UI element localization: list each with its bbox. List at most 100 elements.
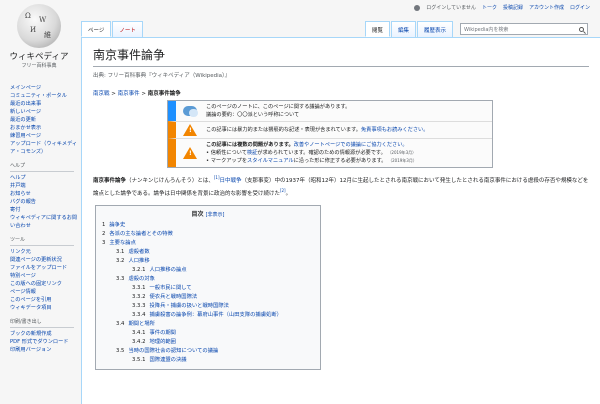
toc-item[interactable]: 3.4.1 事件の期間	[102, 329, 314, 338]
tab-note[interactable]: ノート	[112, 21, 143, 37]
toc-item[interactable]: 2 各派の主な論者とその特徴	[102, 230, 314, 239]
toc-item[interactable]: 1 論争史	[102, 221, 314, 230]
sidebar-item-cite[interactable]: このページを引用	[10, 296, 80, 304]
tab-page[interactable]: ページ	[81, 21, 112, 37]
toc-item[interactable]: 3.3.1 一般市民に関して	[102, 284, 314, 293]
sidebar-item-village-pump[interactable]: 井戸端	[10, 182, 80, 190]
toc-link[interactable]: 3.3.2 便衣兵と戦時国際法	[132, 294, 197, 300]
sidebar-item-help[interactable]: ヘルプ	[10, 174, 80, 182]
toc-number: 3.4.2	[132, 338, 146, 345]
sidebar-item-special-pages[interactable]: 特別ページ	[10, 272, 80, 280]
sidebar-item-new-pages[interactable]: 新しいページ	[10, 108, 80, 116]
toc-label: 論争史	[109, 221, 126, 228]
sidebar-item-recent-changes[interactable]: 最近の更新	[10, 116, 80, 124]
toc-hide-toggle[interactable]: [非表示]	[206, 212, 225, 218]
globe-icon: ΩWИ維	[17, 4, 61, 48]
lead-text: （ナンキンじけんろんそう）とは、	[126, 177, 214, 184]
sidebar-item-download-pdf[interactable]: PDF 形式でダウンロード	[10, 338, 80, 346]
sidebar-item-related-changes[interactable]: 関連ページの更新状況	[10, 256, 80, 264]
sidebar-item-notices[interactable]: お知らせ	[10, 190, 80, 198]
toc-link[interactable]: 3.3.4 捕虜殺害の論争例：幕府山事件（山田支隊の捕虜処断）	[132, 312, 282, 318]
logo-title: ウィキペディア	[9, 52, 69, 62]
contributions-link[interactable]: 投稿記録	[503, 4, 523, 11]
toc-link[interactable]: 3.3 虐殺の対象	[116, 276, 155, 282]
toc-item[interactable]: 3.3 虐殺の対象	[102, 275, 314, 284]
sidebar-item-donate[interactable]: 寄付	[10, 206, 80, 214]
search-icon[interactable]	[579, 26, 584, 32]
toc-item[interactable]: 3 主要な論点	[102, 239, 314, 248]
sidebar-item-sandbox[interactable]: 練習用ページ	[10, 132, 80, 140]
toc-link[interactable]: 3 主要な論点	[102, 240, 136, 246]
sidebar-item-random[interactable]: おまかせ表示	[10, 124, 80, 132]
tab-read[interactable]: 閲覧	[364, 21, 390, 37]
sidebar-item-printable[interactable]: 印刷用バージョン	[10, 346, 80, 354]
toc-link[interactable]: 3.3.1 一般市民に関して	[132, 285, 192, 291]
toc-link[interactable]: 3.1 虐殺者数	[116, 249, 150, 255]
toc-item[interactable]: 3.1 虐殺者数	[102, 248, 314, 257]
toc-link[interactable]: 3.4.1 事件の期間	[132, 330, 176, 336]
toc-number: 3.5	[116, 347, 125, 354]
toc-link[interactable]: 3.5.1 国際連盟の決議	[132, 357, 187, 363]
toc-link[interactable]: 3.5 当時の国際社会の認知についての議論	[116, 348, 218, 354]
sidebar-item-page-info[interactable]: ページ情報	[10, 288, 80, 296]
sidebar-item-upload-commons[interactable]: アップロード（ウィキメディア・コモンズ）	[10, 140, 80, 156]
breadcrumb-separator: >	[109, 91, 118, 97]
disclaimer-link[interactable]: 免責事項もお読みください。	[361, 127, 428, 133]
sidebar-item-wikidata[interactable]: ウィキデータ項目	[10, 304, 80, 312]
toc-item[interactable]: 3.3.2 便衣兵と戦時国際法	[102, 293, 314, 302]
verify-link[interactable]: 検証	[247, 150, 257, 156]
toc-link[interactable]: 2 各派の主な論者とその特徴	[102, 231, 173, 237]
breadcrumb-link-nanjing-battle[interactable]: 南京戦	[93, 91, 110, 97]
toc-item[interactable]: 3.5.1 国際連盟の決議	[102, 356, 314, 365]
toc-link[interactable]: 3.2 人口推移	[116, 258, 150, 264]
toc-link[interactable]: 1 論争史	[102, 222, 125, 228]
link-sino-japanese-war[interactable]: 日中戦争	[220, 178, 242, 184]
search-input[interactable]: Wikipedia内を検索	[460, 23, 588, 35]
breadcrumb-link-nanjing-incident[interactable]: 南京事件	[118, 91, 140, 97]
wikipedia-logo[interactable]: ΩWИ維 ウィキペディア フリー百科事典	[6, 4, 72, 74]
sidebar-item-bug-report[interactable]: バグの報告	[10, 198, 80, 206]
message-box: このページのノートに、このページに関する議論があります。 議論の要約：〇〇派とい…	[167, 100, 493, 168]
table-of-contents: 目次 [非表示] 1 論争史 2 各派の主な論者とその特徴 3 主要な論点 3.1 虐殺者数 3…	[95, 204, 321, 370]
toc-label: 人口推移の論点	[149, 266, 187, 273]
warning-icon: !	[183, 124, 197, 136]
issue1-date: （2019年3月）	[387, 150, 417, 155]
sidebar-item-current-events[interactable]: 最近の出来事	[10, 100, 80, 108]
login-link[interactable]: ログイン	[570, 4, 590, 11]
toc-item[interactable]: 3.3.4 捕虜殺害の論争例：幕府山事件（山田支隊の捕虜処断）	[102, 311, 314, 320]
ambox-violence-notice: ! この記事には暴力的または猥褻的な記述・表現が含まれています。免責事項もお読み…	[168, 121, 492, 138]
tab-edit[interactable]: 編集	[390, 21, 416, 37]
toc-label: 国際連盟の決議	[149, 356, 187, 363]
toc-link[interactable]: 3.2.1 人口推移の論点	[132, 267, 187, 273]
toc-label: 投降兵・捕虜の扱いと戦時国際法	[149, 302, 229, 309]
toc-link[interactable]: 3.4 期間と場所	[116, 321, 155, 327]
toc-number: 3.3.1	[132, 284, 146, 291]
talk-link[interactable]: トーク	[482, 4, 497, 11]
toc-number: 3.3.3	[132, 302, 146, 309]
sidebar: メインページ コミュニティ・ポータル 最近の出来事 新しいページ 最近の更新 お…	[0, 84, 80, 360]
toc-item[interactable]: 3.2.1 人口推移の論点	[102, 266, 314, 275]
sidebar-item-what-links-here[interactable]: リンク元	[10, 248, 80, 256]
sidebar-item-main-page[interactable]: メインページ	[10, 84, 80, 92]
ambox-note-line1: このページのノートに、このページに関する議論があります。	[206, 104, 351, 110]
toc-link[interactable]: 3.3.3 投降兵・捕虜の扱いと戦時国際法	[132, 303, 229, 309]
sidebar-item-community[interactable]: コミュニティ・ポータル	[10, 92, 80, 100]
create-account-link[interactable]: アカウント作成	[529, 4, 564, 11]
toc-item[interactable]: 3.3.3 投降兵・捕虜の扱いと戦時国際法	[102, 302, 314, 311]
toc-item[interactable]: 3.2 人口推移	[102, 257, 314, 266]
lead-text: 。	[285, 190, 292, 197]
sidebar-item-create-book[interactable]: ブックの新規作成	[10, 330, 80, 338]
improve-link[interactable]: 改善やノートページでの議論にご協力ください。	[294, 142, 408, 148]
sidebar-item-contact[interactable]: ウィキペディアに関するお問い合わせ	[10, 214, 80, 230]
sidebar-item-permanent-link[interactable]: この版への固定リンク	[10, 280, 80, 288]
tab-history[interactable]: 履歴表示	[416, 21, 453, 37]
issue2-text: マークアップを	[210, 158, 248, 164]
page-title: 南京事件論争	[93, 46, 589, 67]
style-manual-link[interactable]: スタイルマニュアル	[247, 158, 294, 164]
sidebar-item-upload-file[interactable]: ファイルをアップロード	[10, 264, 80, 272]
toc-item[interactable]: 3.4 期間と場所	[102, 320, 314, 329]
toc-link[interactable]: 3.4.2 地理的範囲	[132, 339, 176, 345]
toc-item[interactable]: 3.5 当時の国際社会の認知についての議論	[102, 347, 314, 356]
sidebar-help: ヘルプ ヘルプ 井戸端 お知らせ バグの報告 寄付 ウィキペディアに関するお問い…	[0, 162, 80, 230]
toc-item[interactable]: 3.4.2 地理的範囲	[102, 338, 314, 347]
